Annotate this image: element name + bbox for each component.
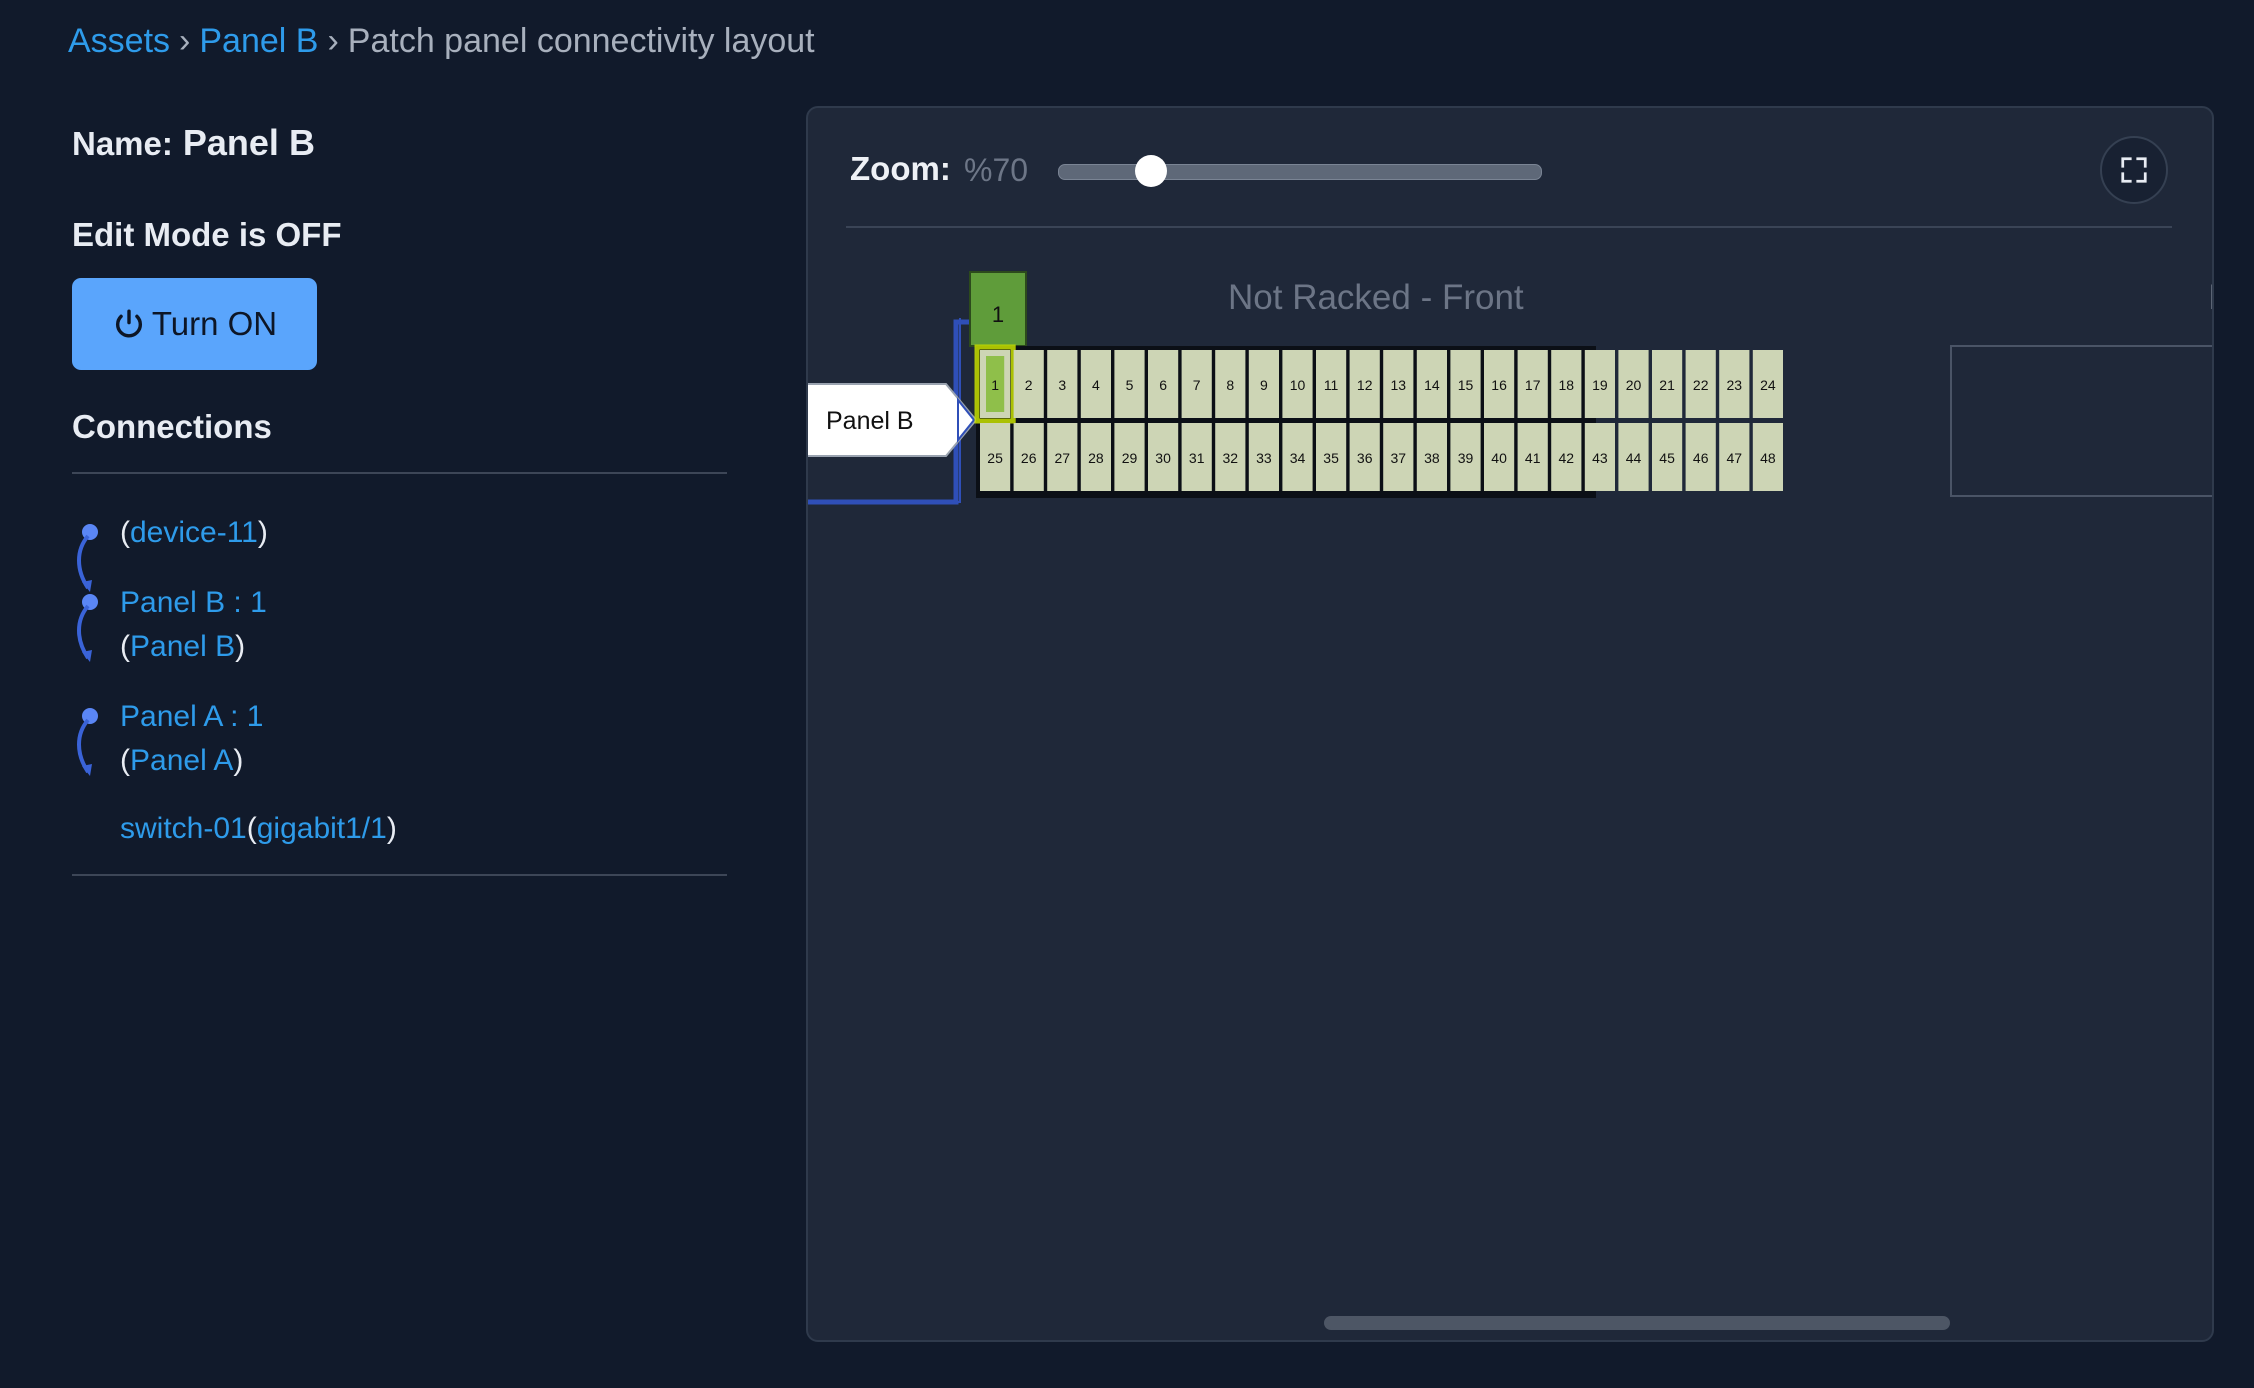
port-link[interactable]: gigabit1/1 (257, 812, 387, 845)
connection-item-3-device: (Panel A) (120, 744, 244, 777)
port-number-label: 8 (1226, 377, 1234, 393)
port-link[interactable]: Panel B : 1 (120, 586, 267, 619)
connections-divider-top (72, 472, 727, 474)
port-number-label: 13 (1391, 377, 1407, 393)
port-number-label: 24 (1760, 377, 1776, 393)
port-number-label: 25 (987, 450, 1003, 466)
port-number-label: 42 (1559, 450, 1575, 466)
port-number-label: 18 (1559, 377, 1575, 393)
port-number-label: 21 (1659, 377, 1675, 393)
port-number-label: 35 (1323, 450, 1339, 466)
port-number-label: 45 (1659, 450, 1675, 466)
port-number-label: 11 (1324, 377, 1339, 393)
device-link[interactable]: switch-01 (120, 812, 247, 845)
panel-name-label: Name: (72, 125, 173, 162)
port-number-label: 14 (1424, 377, 1440, 393)
port-number-label: 31 (1189, 450, 1205, 466)
port-number-label: 44 (1626, 450, 1642, 466)
port-number-label: 33 (1256, 450, 1272, 466)
port-number-label: 47 (1727, 450, 1743, 466)
connection-item-3-port: Panel A : 1 (120, 700, 263, 734)
power-icon (115, 309, 142, 338)
connections-title: Connections (72, 408, 272, 445)
breadcrumb: Assets › Panel B › Patch panel connectivity … (68, 22, 815, 61)
connection-item-1: (device-11) (120, 516, 268, 549)
port-number-label: 20 (1626, 377, 1642, 393)
connector-curve-icon (77, 708, 98, 776)
breadcrumb-separator: › (179, 22, 191, 60)
port-number-label: 36 (1357, 450, 1373, 466)
port-number-label: 37 (1391, 450, 1407, 466)
port-number-label: 3 (1058, 377, 1066, 393)
edit-mode-status: Edit Mode is OFF (72, 216, 342, 253)
port-number-label: 48 (1760, 450, 1776, 466)
breadcrumb-assets[interactable]: Assets (68, 22, 170, 60)
panel-label: Panel B (826, 407, 914, 435)
port-number-label: 43 (1592, 450, 1608, 466)
connections-divider-bottom (72, 874, 727, 876)
connection-item-2-device: (Panel B) (120, 630, 246, 663)
port-number-label: 7 (1193, 377, 1201, 393)
port-number-label: 15 (1458, 377, 1474, 393)
turn-on-label: Turn ON (151, 305, 278, 342)
port-number-label: 27 (1055, 450, 1071, 466)
port-number-label: 30 (1155, 450, 1171, 466)
port-number-label: 29 (1122, 450, 1138, 466)
patch-panel-canvas: Panel B 1 1 2 3 4 5 6 7 8 9 10 11 12 13 14 15 16 17 18 19 2… (808, 271, 2212, 505)
port-number-label: 40 (1491, 450, 1507, 466)
connector-curve-icon (77, 594, 98, 662)
port-number-label: 4 (1092, 377, 1100, 393)
next-rack-outline (1950, 345, 2212, 497)
breadcrumb-current: Patch panel connectivity layout (347, 22, 815, 60)
connector-curve-icon (77, 524, 98, 592)
port-number-label: 17 (1525, 377, 1541, 393)
port-number-label: 22 (1693, 377, 1709, 393)
port-number-label: 39 (1458, 450, 1474, 466)
connection-item-2-port: Panel B : 1 (120, 586, 267, 620)
port-number-label: 9 (1260, 377, 1268, 393)
port-number-label: 2 (1025, 377, 1033, 393)
port-number-label: 10 (1290, 377, 1306, 393)
port-link[interactable]: Panel A : 1 (120, 700, 263, 733)
port-number-label: 6 (1159, 377, 1167, 393)
panel-name: Name: Panel B (72, 122, 315, 164)
turn-on-button[interactable]: Turn ON (72, 278, 317, 370)
device-link[interactable]: Panel B (130, 630, 235, 663)
port-number-label: 16 (1491, 377, 1507, 393)
port-number-label: 1 (991, 377, 999, 393)
port-number-label: 46 (1693, 450, 1709, 466)
port-number-label: 19 (1592, 377, 1608, 393)
port-number-label: 28 (1088, 450, 1104, 466)
horizontal-scrollbar[interactable] (1324, 1316, 1950, 1330)
port-number-label: 12 (1357, 377, 1373, 393)
port-number-label: 38 (1424, 450, 1440, 466)
panel-name-value: Panel B (182, 122, 315, 163)
device-link[interactable]: device-11 (130, 516, 258, 549)
breadcrumb-panel-b[interactable]: Panel B (199, 22, 318, 60)
port-number-label: 32 (1223, 450, 1239, 466)
breadcrumb-separator: › (327, 22, 339, 60)
port-number-label: 23 (1727, 377, 1743, 393)
selected-port-tag-label: 1 (992, 302, 1004, 327)
device-link[interactable]: Panel A (130, 744, 233, 777)
port-number-label: 26 (1021, 450, 1037, 466)
port-number-label: 5 (1126, 377, 1134, 393)
port-number-label: 41 (1525, 450, 1541, 466)
connection-item-4: switch-01(gigabit1/1) (120, 812, 397, 845)
panel-arrow-icon (957, 397, 976, 443)
port-number-label: 34 (1290, 450, 1306, 466)
layout-viewer: Zoom: %70 Not Racked - Front I Panel B 1… (806, 106, 2214, 1342)
